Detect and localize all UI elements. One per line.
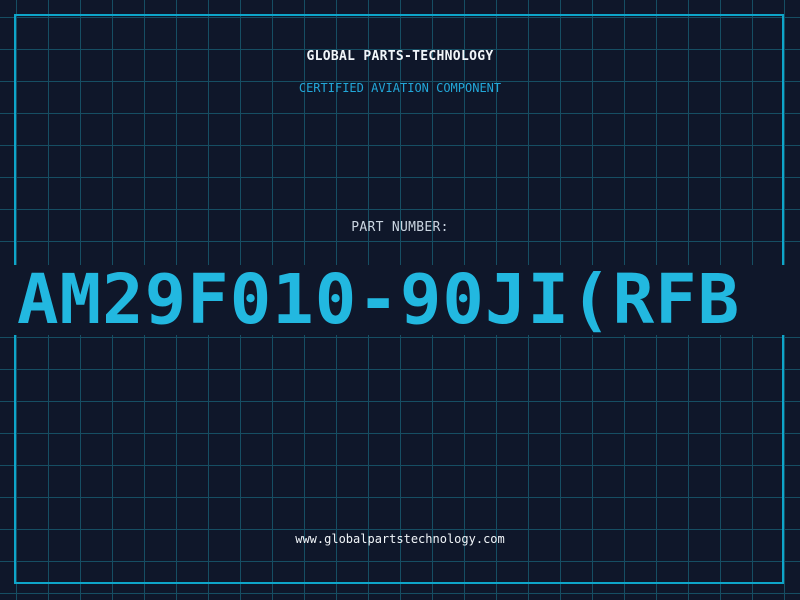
part-number-band: AM29F010-90JI(RFB bbox=[0, 265, 800, 335]
website-url: www.globalpartstechnology.com bbox=[295, 532, 505, 546]
company-name: GLOBAL PARTS-TECHNOLOGY bbox=[306, 49, 494, 64]
part-card: GLOBAL PARTS-TECHNOLOGY CERTIFIED AVIATI… bbox=[0, 0, 800, 600]
certification-tagline: CERTIFIED AVIATION COMPONENT bbox=[298, 81, 502, 95]
part-number-label: PART NUMBER: bbox=[351, 220, 449, 235]
part-number-value: AM29F010-90JI(RFB bbox=[17, 265, 741, 335]
